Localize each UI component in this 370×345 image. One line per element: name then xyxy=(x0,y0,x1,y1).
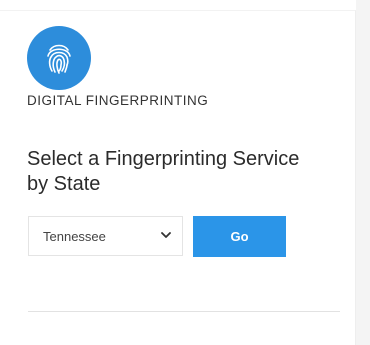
state-select-value: Tennessee xyxy=(43,228,106,244)
fingerprint-icon xyxy=(44,41,74,75)
go-button[interactable]: Go xyxy=(193,216,286,257)
page-title: Select a Fingerprinting Service by State xyxy=(27,148,300,195)
chevron-down-icon xyxy=(160,229,172,241)
page-background xyxy=(356,0,370,345)
logo xyxy=(27,26,91,90)
divider xyxy=(28,311,340,312)
brand-name: DIGITAL FINGERPRINTING xyxy=(27,93,209,108)
state-select[interactable]: Tennessee xyxy=(28,216,183,256)
